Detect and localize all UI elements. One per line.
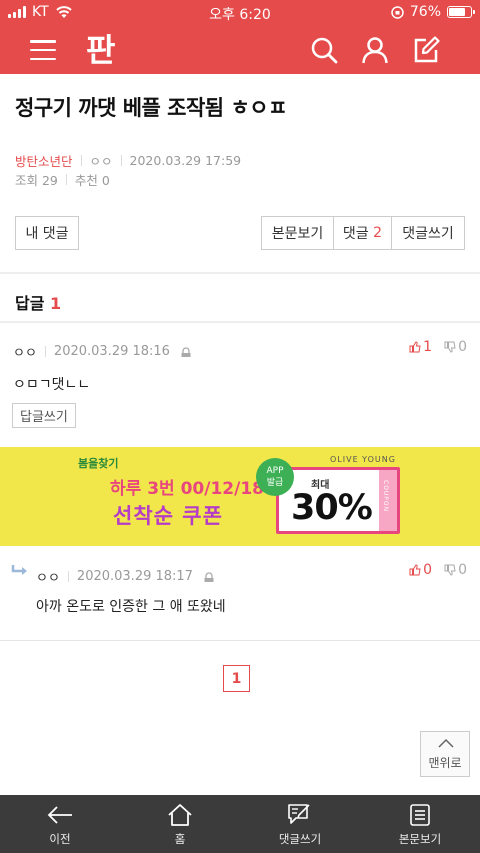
report-icon[interactable] [203,571,215,583]
nav-back-label: 이전 [49,832,71,846]
replies-heading: 답글 1 [15,290,61,314]
nav-view-post-label: 본문보기 [398,832,442,846]
my-comments-button[interactable]: 내 댓글 [15,216,79,250]
comment-meta: ㅇㅇ 2020.03.29 18:16 [13,342,192,361]
write-icon[interactable] [412,36,440,64]
comment-write-icon [288,804,310,824]
scroll-top-button[interactable]: 맨위로 [420,731,470,777]
view-post-button[interactable]: 본문보기 [262,217,334,249]
replies-label: 답글 [15,294,45,313]
user-icon[interactable] [361,36,389,64]
app-badge: APP 발급 [256,458,294,496]
upvote-count: 1 [423,339,433,355]
chevron-up-icon [438,738,454,748]
status-bar: KT 오후 6:20 76% [0,0,480,26]
document-icon [410,804,430,826]
nav-write-comment[interactable]: 댓글쓰기 [240,795,360,853]
ad-subheadline: 선착순 쿠폰 [113,504,223,528]
divider [0,321,480,323]
downvote-count: 0 [458,562,467,578]
comment-author: ㅇㅇ [13,346,37,361]
post-author: ㅇㅇ [89,154,113,169]
nav-back[interactable]: 이전 [0,795,120,853]
page-number-current[interactable]: 1 [223,665,250,692]
nav-view-post[interactable]: 본문보기 [360,795,480,853]
post-title: 정구기 까댓 베플 조작됨 ㅎㅇㅍ [15,96,287,120]
app-header: 판 [0,26,480,74]
comment-votes: 0 0 [409,562,467,578]
replies-count: 1 [50,294,62,313]
nav-home[interactable]: 홈 [120,795,240,853]
ad-brand: OLIVE YOUNG [330,455,396,464]
comment-text: 아까 온도로 인증한 그 애 또왔네 [36,599,226,615]
scroll-top-label: 맨위로 [428,756,462,770]
comment-votes: 1 0 [409,339,467,355]
coupon-graphic: 최대 30% COUPON [276,467,400,534]
search-icon[interactable] [310,36,338,64]
home-icon [168,804,192,826]
coupon-percent: 30% [291,488,373,528]
thumbs-down-icon[interactable] [444,564,456,576]
app-badge-line2: 발급 [266,478,284,488]
post-date: 2020.03.29 17:59 [129,153,242,168]
coupon-word: COUPON [382,480,389,513]
reply-arrow-icon [11,565,27,575]
comment-date: 2020.03.29 18:16 [53,344,170,359]
svg-text:판: 판 [86,31,115,68]
comments-tab[interactable]: 댓글 2 [334,217,392,249]
board-name[interactable]: 방탄소년단 [15,151,73,170]
thumbs-down-icon[interactable] [444,341,456,353]
post-meta: 방탄소년단 ㅇㅇ 2020.03.29 17:59 [15,151,241,170]
view-count: 조회 29 [15,173,58,188]
comment-text: ㅇㅁㄱ댓ㄴㄴ [13,377,91,393]
thumbs-up-icon[interactable] [409,341,421,353]
bottom-nav: 이전 홈 댓글쓰기 본문보기 [0,795,480,853]
battery-percent: 76% [409,4,441,20]
report-icon[interactable] [180,346,192,358]
ad-banner[interactable]: 봄을찾기 하루 3번 00/12/18시! 선착순 쿠폰 OLIVE YOUNG… [0,447,480,546]
ad-spring-label: 봄을찾기 [78,457,119,470]
upvote-count: 0 [423,562,433,578]
thumbs-up-icon[interactable] [409,564,421,576]
downvote-count: 0 [458,339,467,355]
pann-logo[interactable]: 판 [84,30,120,68]
post-stats: 조회 29 추천 0 [15,170,110,189]
write-comment-button[interactable]: 댓글쓰기 [392,217,464,249]
battery-icon [447,6,475,18]
divider [0,272,480,274]
back-arrow-icon [47,806,72,824]
recommend-count: 추천 0 [74,173,110,188]
divider [0,640,480,641]
nav-write-comment-label: 댓글쓰기 [278,832,322,846]
reply-write-button[interactable]: 답글쓰기 [12,403,76,428]
comments-count: 2 [373,225,383,241]
comments-label: 댓글 [342,226,369,242]
comment-date: 2020.03.29 18:17 [76,569,193,584]
menu-icon[interactable] [30,40,56,60]
comment-toolbar: 본문보기 댓글 2 댓글쓰기 [261,216,465,250]
nav-home-label: 홈 [174,832,186,846]
comment-author: ㅇㅇ [36,571,60,586]
comment-meta: ㅇㅇ 2020.03.29 18:17 [36,567,215,586]
app-badge-line1: APP [266,466,284,476]
orientation-lock-icon [391,5,404,19]
